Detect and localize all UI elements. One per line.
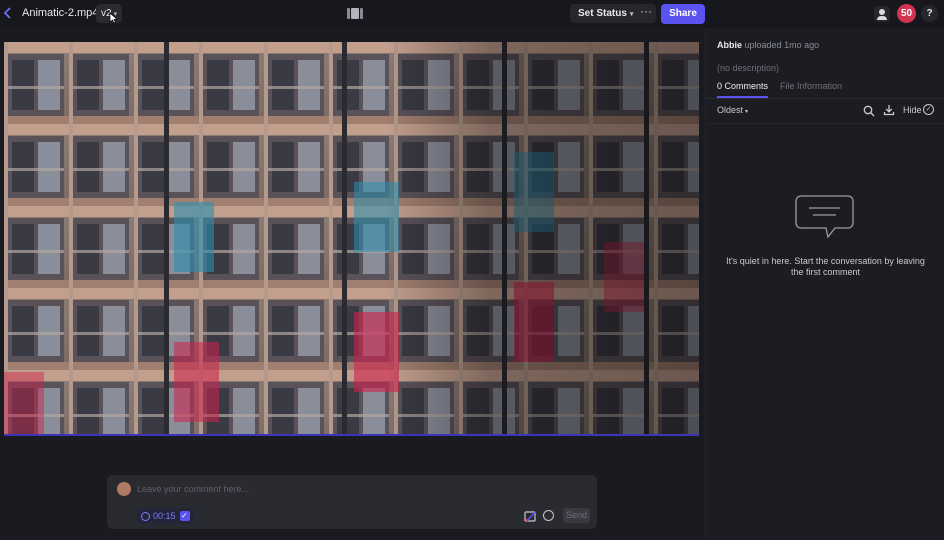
comments-panel: Abbie uploaded 1mo ago (no description) … [705, 28, 944, 540]
video-still-image [4, 42, 699, 435]
upload-info: Abbie uploaded 1mo ago [717, 40, 819, 50]
more-options-button[interactable]: ··· [636, 4, 656, 23]
clock-icon [141, 511, 150, 521]
download-icon[interactable] [883, 103, 895, 116]
comment-input[interactable] [137, 482, 517, 496]
avatar[interactable]: 50 [897, 4, 916, 23]
back-chevron-icon[interactable] [3, 6, 15, 22]
compare-bar-left [347, 8, 350, 19]
chat-bubble-icon [795, 195, 855, 241]
check-circle-icon[interactable]: ✓ [923, 104, 934, 115]
sort-label: Oldest [717, 105, 744, 115]
checkbox-icon: ✓ [179, 511, 190, 521]
user-icon[interactable] [874, 6, 890, 22]
compare-bar-center [351, 8, 359, 19]
tab-comments[interactable]: 0 Comments [717, 81, 768, 91]
mouse-cursor-icon [109, 12, 118, 27]
chevron-down-icon: ▾ [629, 11, 634, 18]
comment-composer: 00:15 ✓ Send [107, 475, 597, 529]
panel-tabs: 0 Comments File Information [717, 81, 937, 99]
timestamp-value: 00:15 [153, 511, 176, 521]
send-button[interactable]: Send [563, 508, 590, 523]
draw-icon[interactable] [524, 510, 536, 522]
set-status-label: Set Status [578, 8, 627, 19]
video-viewer: 00:15 ✓ Send [0, 28, 705, 540]
divider [706, 98, 944, 99]
share-button[interactable]: Share [661, 4, 705, 24]
sort-dropdown[interactable]: Oldest ▾ [717, 105, 748, 115]
set-status-button[interactable]: Set Status ▾ [570, 4, 642, 23]
help-button[interactable]: ? [921, 5, 938, 22]
uploader-name: Abbie [717, 40, 743, 50]
uploaded-text: uploaded 1mo ago [744, 40, 820, 50]
emoji-icon[interactable] [543, 510, 554, 521]
scrubber-bar[interactable] [4, 434, 699, 436]
compare-bar-right [360, 8, 363, 19]
top-bar: Animatic-2.mp4 v2 ▾ Set Status ▾ ··· Share… [0, 0, 944, 28]
video-frame[interactable] [4, 42, 699, 435]
divider [706, 123, 944, 124]
search-icon[interactable] [863, 104, 875, 117]
avatar [117, 482, 131, 496]
tab-file-information[interactable]: File Information [780, 81, 842, 91]
compare-icon[interactable] [347, 8, 363, 19]
description[interactable]: (no description) [717, 63, 779, 73]
empty-state-message: It's quiet in here. Start the conversati… [726, 256, 925, 277]
chevron-down-icon: ▾ [745, 109, 749, 115]
timestamp-toggle[interactable]: 00:15 ✓ [137, 508, 194, 524]
hide-button[interactable]: Hide [903, 105, 922, 115]
file-name: Animatic-2.mp4 [22, 7, 99, 19]
